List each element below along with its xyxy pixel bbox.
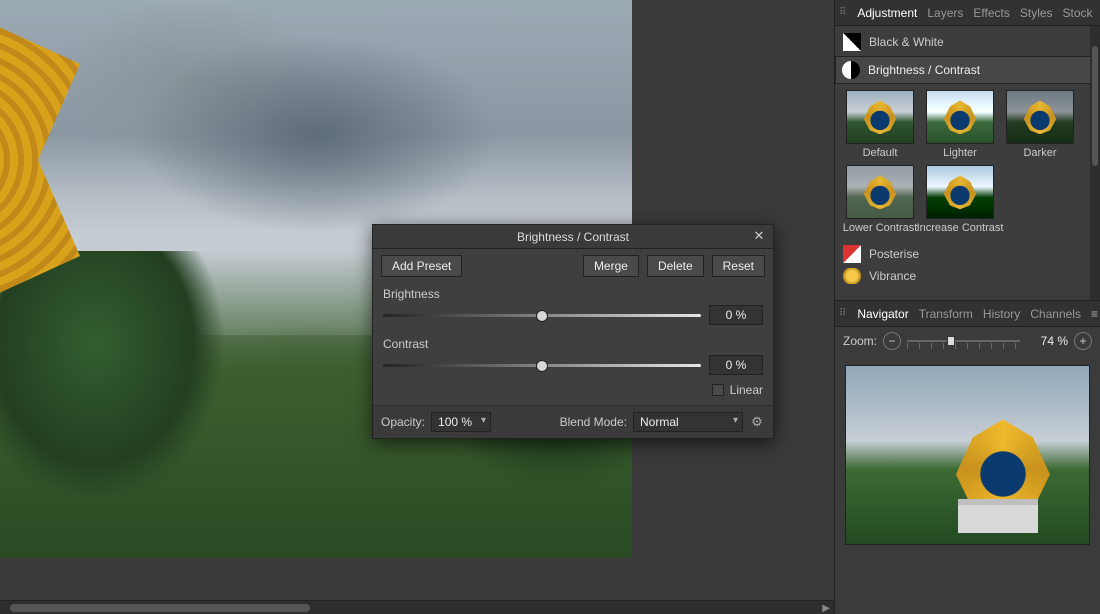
blend-mode-label: Blend Mode:: [560, 415, 627, 429]
preset-lighter[interactable]: Lighter: [923, 90, 997, 159]
contrast-value[interactable]: 0 %: [709, 355, 763, 375]
navigator-tabbar: ⠿ Navigator Transform History Channels ≡: [835, 301, 1100, 327]
preset-label: Lighter: [943, 147, 977, 159]
dialog-button-row: Add Preset Merge Delete Reset: [373, 249, 773, 283]
tab-adjustment[interactable]: Adjustment: [857, 6, 917, 20]
opacity-label: Opacity:: [381, 415, 425, 429]
panel-grip-icon[interactable]: ⠿: [839, 308, 847, 319]
brightness-slider-thumb[interactable]: [536, 310, 548, 322]
panel-grip-icon[interactable]: ⠿: [839, 7, 847, 18]
brightness-label: Brightness: [373, 283, 773, 301]
horizontal-scrollbar[interactable]: ▶: [0, 600, 834, 614]
brightness-slider[interactable]: [383, 308, 701, 322]
preset-label: Lower Contrast: [843, 222, 918, 234]
delete-button[interactable]: Delete: [647, 255, 704, 277]
adjustment-list: Black & White Brightness / Contrast Defa…: [835, 26, 1100, 286]
contrast-slider[interactable]: [383, 358, 701, 372]
adjustment-panel: ⠿ Adjustment Layers Effects Styles Stock…: [835, 0, 1100, 286]
preset-increase-contrast[interactable]: Increase Contrast: [923, 165, 997, 234]
tab-stock[interactable]: Stock: [1063, 6, 1093, 20]
linear-row: Linear: [373, 383, 773, 405]
reset-button[interactable]: Reset: [712, 255, 765, 277]
right-panel-stack: ⠿ Adjustment Layers Effects Styles Stock…: [834, 0, 1100, 614]
adjustment-item-vibrance[interactable]: Vibrance: [835, 268, 1100, 284]
blend-mode-select[interactable]: Normal: [633, 412, 743, 432]
linear-checkbox[interactable]: [712, 384, 724, 396]
brightness-slider-row: 0 %: [373, 301, 773, 333]
contrast-slider-row: 0 %: [373, 351, 773, 383]
navigator-preview[interactable]: [845, 365, 1090, 545]
zoom-value: 74 %: [1026, 334, 1068, 348]
adjustment-label: Posterise: [869, 247, 919, 261]
opacity-select[interactable]: 100 %: [431, 412, 491, 432]
zoom-in-button[interactable]: +: [1074, 332, 1092, 350]
preset-label: Default: [863, 147, 898, 159]
preset-darker[interactable]: Darker: [1003, 90, 1077, 159]
preset-label: Increase Contrast: [917, 222, 1004, 234]
dialog-footer: Opacity: 100 % Blend Mode: Normal ⚙: [373, 405, 773, 438]
adjustment-label: Brightness / Contrast: [868, 63, 980, 77]
posterise-icon: [843, 245, 861, 263]
brightness-contrast-dialog: Brightness / Contrast ✕ Add Preset Merge…: [372, 224, 774, 439]
zoom-out-button[interactable]: −: [883, 332, 901, 350]
panel-menu-icon[interactable]: ≡: [1091, 307, 1098, 321]
dialog-title: Brightness / Contrast: [517, 230, 629, 244]
scroll-thumb[interactable]: [1092, 46, 1098, 166]
adjustment-tabbar: ⠿ Adjustment Layers Effects Styles Stock: [835, 0, 1100, 26]
preset-grid: Default Lighter Darker Lower Contrast In…: [835, 84, 1100, 240]
navigator-panel: ⠿ Navigator Transform History Channels ≡…: [835, 300, 1100, 614]
tab-navigator[interactable]: Navigator: [857, 307, 908, 321]
bw-icon: [843, 33, 861, 51]
hscroll-thumb[interactable]: [10, 604, 310, 612]
brightness-value[interactable]: 0 %: [709, 305, 763, 325]
tab-history[interactable]: History: [983, 307, 1020, 321]
merge-button[interactable]: Merge: [583, 255, 639, 277]
preset-label: Darker: [1023, 147, 1056, 159]
vibrance-icon: [843, 268, 861, 284]
adjustment-label: Vibrance: [869, 269, 916, 283]
adjustment-scrollbar[interactable]: [1090, 26, 1100, 300]
navigator-controls: Zoom: − 74 % +: [835, 327, 1100, 355]
hscroll-right-arrow[interactable]: ▶: [822, 603, 830, 614]
dialog-titlebar[interactable]: Brightness / Contrast ✕: [373, 225, 773, 249]
adjustment-item-posterise[interactable]: Posterise: [835, 240, 1100, 268]
close-icon[interactable]: ✕: [751, 228, 767, 244]
adjustment-item-brightness-contrast[interactable]: Brightness / Contrast: [835, 56, 1100, 84]
tab-channels[interactable]: Channels: [1030, 307, 1081, 321]
contrast-slider-thumb[interactable]: [536, 360, 548, 372]
preset-default[interactable]: Default: [843, 90, 917, 159]
tab-effects[interactable]: Effects: [973, 6, 1009, 20]
brightness-contrast-icon: [842, 61, 860, 79]
tab-transform[interactable]: Transform: [919, 307, 973, 321]
add-preset-button[interactable]: Add Preset: [381, 255, 462, 277]
contrast-label: Contrast: [373, 333, 773, 351]
zoom-slider-thumb[interactable]: [947, 336, 955, 346]
gear-icon[interactable]: ⚙: [749, 414, 765, 430]
preset-lower-contrast[interactable]: Lower Contrast: [843, 165, 917, 234]
adjustment-item-bw[interactable]: Black & White: [835, 28, 1100, 56]
zoom-slider[interactable]: [907, 331, 1020, 351]
linear-label: Linear: [730, 383, 763, 397]
zoom-label: Zoom:: [843, 334, 877, 348]
adjustment-label: Black & White: [869, 35, 944, 49]
tab-layers[interactable]: Layers: [927, 6, 963, 20]
tab-styles[interactable]: Styles: [1020, 6, 1053, 20]
navigator-preview-pedestal: [958, 499, 1038, 533]
